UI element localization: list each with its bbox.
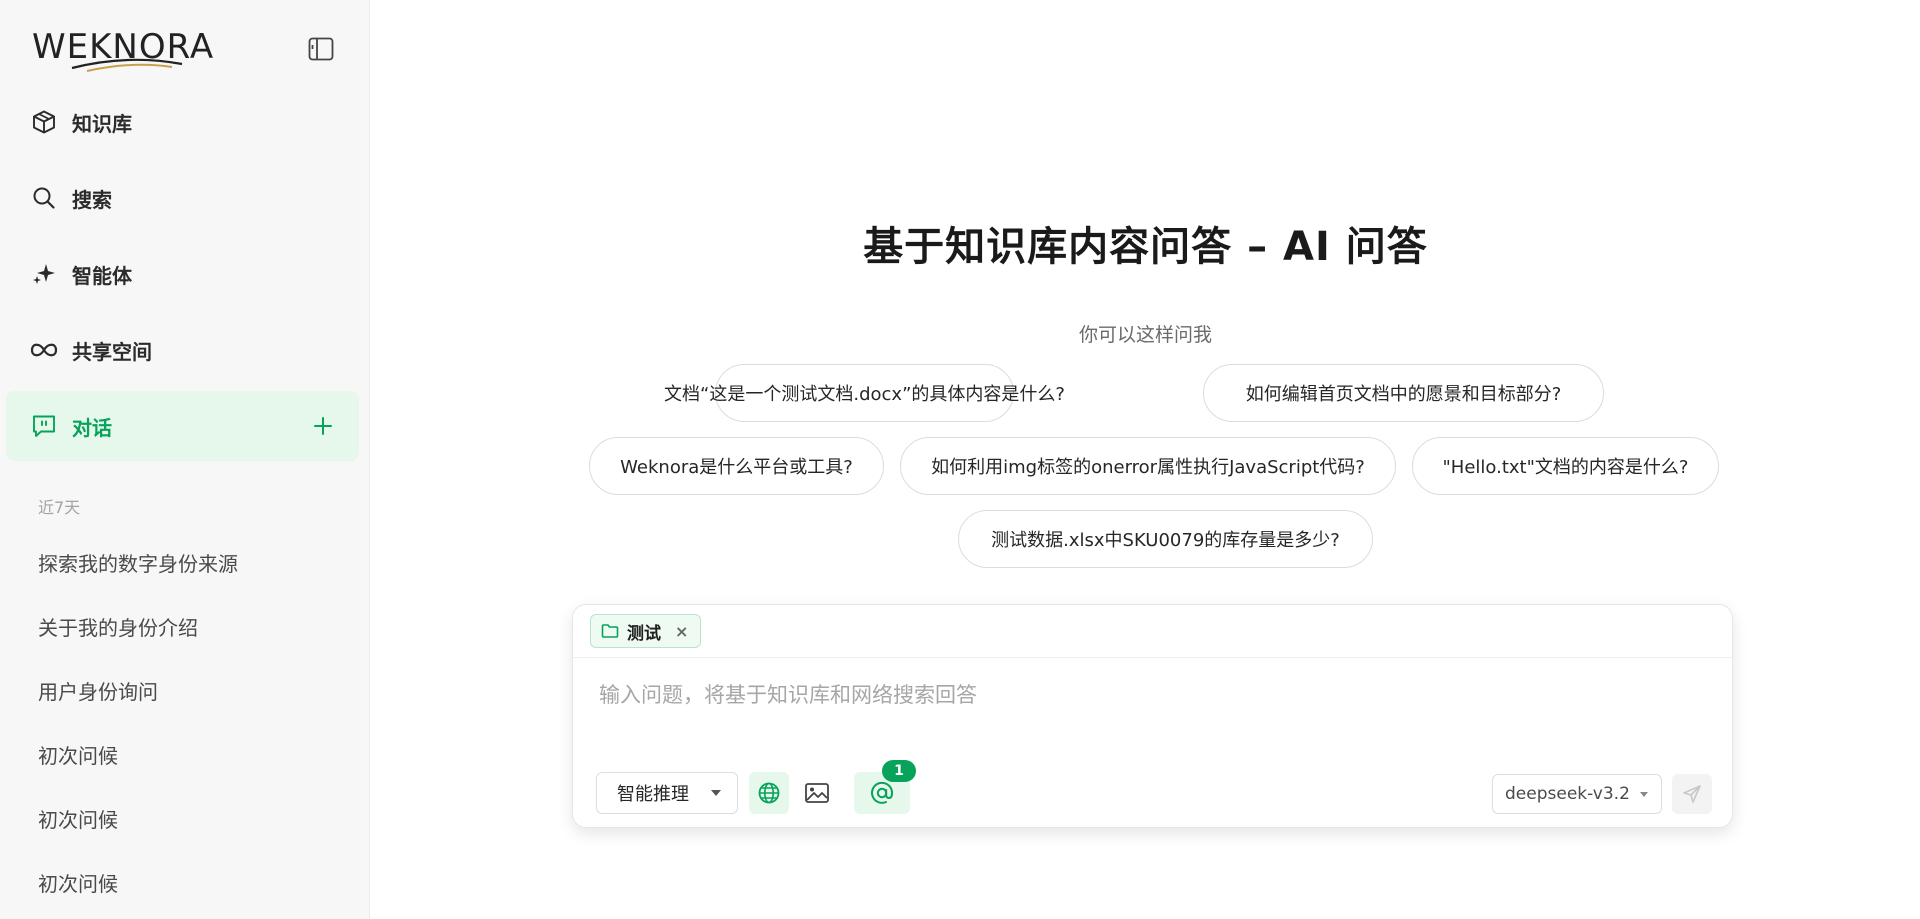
history-item[interactable]: 用户身份询问 xyxy=(0,658,370,722)
composer-divider xyxy=(573,657,1732,658)
sidebar-collapse-button[interactable] xyxy=(306,34,336,64)
history-section-label: 近7天 xyxy=(38,498,81,517)
sidebar-item-label: 搜索 xyxy=(72,187,112,212)
sidebar-item-label: 智能体 xyxy=(72,263,132,288)
sidebar-item-search[interactable]: 搜索 xyxy=(6,163,359,233)
sidebar-item-label: 知识库 xyxy=(72,111,132,136)
history-item[interactable]: 探索我的数字身份来源 xyxy=(0,530,370,594)
infinity-icon xyxy=(30,336,58,364)
search-icon xyxy=(30,184,58,212)
history-item[interactable]: 初次问候 xyxy=(0,850,370,914)
reasoning-mode-select[interactable]: 智能推理 xyxy=(596,772,738,814)
suggestion-chip[interactable]: Weknora是什么平台或工具? xyxy=(589,437,884,495)
sidebar-toggle-icon xyxy=(308,37,334,61)
suggestion-chip[interactable]: 如何编辑首页文档中的愿景和目标部分? xyxy=(1203,364,1604,422)
cube-icon xyxy=(30,108,58,136)
model-select-value: deepseek-v3.2 xyxy=(1505,784,1630,804)
image-icon xyxy=(805,783,829,803)
knowledge-base-tag: 测试 × xyxy=(590,614,702,648)
sparkle-icon xyxy=(30,260,58,288)
sidebar-item-label: 对话 xyxy=(72,415,112,440)
history-item[interactable]: 初次问候 xyxy=(0,722,370,786)
sidebar-item-shared-space[interactable]: 共享空间 xyxy=(6,315,359,385)
caret-down-icon xyxy=(1640,792,1648,797)
sidebar-item-knowledge-base[interactable]: 知识库 xyxy=(6,87,359,157)
model-select[interactable]: deepseek-v3.2 xyxy=(1492,774,1662,814)
chat-icon xyxy=(30,412,58,440)
chat-history-list: 探索我的数字身份来源 关于我的身份介绍 用户身份询问 初次问候 初次问候 初次问… xyxy=(0,530,370,914)
sidebar: WEKNORA 知识库 搜索 智能体 共享空间 对话 近7天 探索我的数字身份来… xyxy=(0,0,370,919)
sidebar-item-label: 共享空间 xyxy=(72,339,152,364)
caret-down-icon xyxy=(711,790,721,796)
sidebar-item-agents[interactable]: 智能体 xyxy=(6,239,359,309)
send-icon xyxy=(1683,785,1701,803)
history-item[interactable]: 初次问候 xyxy=(0,786,370,850)
remove-tag-button[interactable]: × xyxy=(675,622,688,641)
chat-composer: 测试 × 智能推理 xyxy=(572,604,1733,828)
suggestions-heading: 你可以这样问我 xyxy=(1078,324,1212,346)
at-icon xyxy=(871,781,894,804)
globe-icon xyxy=(758,782,780,804)
folder-icon xyxy=(601,623,619,639)
sidebar-item-chat[interactable]: 对话 xyxy=(6,391,359,461)
history-item[interactable]: 关于我的身份介绍 xyxy=(0,594,370,658)
knowledge-base-tag-label: 测试 xyxy=(627,623,661,644)
new-chat-button[interactable] xyxy=(311,414,335,438)
question-input[interactable] xyxy=(597,675,1707,715)
main-content: 基于知识库内容问答 – AI 问答 你可以这样问我 文档“这是一个测试文档.do… xyxy=(371,0,1920,919)
reasoning-mode-value: 智能推理 xyxy=(617,784,689,805)
plus-icon xyxy=(314,417,332,435)
mention-count-badge: 1 xyxy=(882,760,916,782)
image-upload-button[interactable] xyxy=(797,772,837,814)
web-search-toggle[interactable] xyxy=(749,772,789,814)
suggestion-chip[interactable]: "Hello.txt"文档的内容是什么? xyxy=(1412,437,1719,495)
sidebar-nav: 知识库 搜索 智能体 共享空间 对话 xyxy=(6,87,359,467)
suggestion-chip[interactable]: 文档“这是一个测试文档.docx”的具体内容是什么? xyxy=(664,364,1065,422)
suggestion-chip[interactable]: 测试数据.xlsx中SKU0079的库存量是多少? xyxy=(958,510,1373,568)
send-button[interactable] xyxy=(1672,774,1712,814)
weknora-logo[interactable]: WEKNORA xyxy=(32,24,232,76)
page-title: 基于知识库内容问答 – AI 问答 xyxy=(863,224,1428,270)
suggestion-chip[interactable]: 如何利用img标签的onerror属性执行JavaScript代码? xyxy=(900,437,1396,495)
